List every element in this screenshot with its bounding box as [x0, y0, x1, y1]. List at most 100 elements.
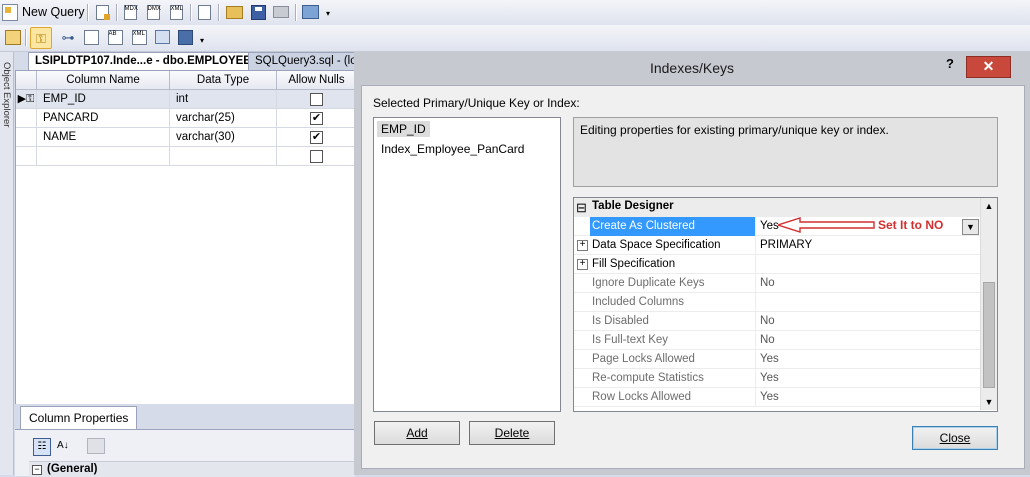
cell-allow-nulls: [277, 90, 356, 109]
analysis-xmla-query-icon[interactable]: XML: [167, 3, 185, 21]
property-value[interactable]: PRIMARY: [758, 236, 812, 255]
columns-grid: Column Name Data Type Allow Nulls ▶⚿ EMP…: [15, 70, 357, 408]
table-designer-toolbar: ⚿ ⊶ AB XML ▾: [0, 25, 1030, 52]
generate-change-script-icon[interactable]: [4, 28, 22, 46]
property-value[interactable]: Yes: [758, 369, 779, 388]
property-row-is-full-text-key[interactable]: Is Full-text Key No: [574, 331, 980, 350]
cell-allow-nulls: ✔: [277, 109, 356, 128]
dropdown-arrow-icon[interactable]: ▼: [962, 219, 979, 235]
cell-data-type[interactable]: varchar(30): [170, 128, 277, 147]
cell-data-type[interactable]: varchar(25): [170, 109, 277, 128]
row-selector[interactable]: [16, 147, 37, 166]
close-button[interactable]: Close: [912, 426, 998, 450]
section-header-table-designer[interactable]: ⊟ Table Designer: [574, 198, 980, 217]
property-value-dropdown[interactable]: Yes: [758, 217, 779, 236]
property-value[interactable]: [758, 293, 760, 312]
collapse-section-icon[interactable]: ⊟: [576, 199, 587, 216]
list-item-emp-id[interactable]: EMP_ID: [377, 121, 430, 137]
property-row-ignore-duplicate-keys[interactable]: Ignore Duplicate Keys No: [574, 274, 980, 293]
property-grid-scrollbar[interactable]: ▲ ▼: [980, 198, 997, 410]
standard-toolbar: New Query MDX DMX XML ▾: [0, 0, 1030, 26]
sort-alphabetical-icon[interactable]: A↓: [57, 438, 75, 454]
object-explorer-strip[interactable]: Object Explorer: [0, 52, 14, 475]
manage-xml-indexes-icon[interactable]: XML: [130, 28, 148, 46]
property-row-fill-specification[interactable]: + Fill Specification: [574, 255, 980, 274]
allow-nulls-checkbox[interactable]: ✔: [310, 131, 323, 144]
manage-check-constraints-icon[interactable]: [153, 28, 171, 46]
save-icon[interactable]: [249, 3, 267, 21]
toolbar-overflow-icon[interactable]: ▾: [326, 9, 334, 21]
property-name: Is Disabled: [590, 312, 756, 331]
property-value[interactable]: Yes: [758, 388, 779, 407]
new-query-button[interactable]: New Query: [2, 2, 85, 22]
scroll-up-icon[interactable]: ▲: [981, 198, 997, 214]
property-name: Included Columns: [590, 293, 756, 312]
column-header-nulls[interactable]: Allow Nulls: [277, 71, 356, 90]
add-button[interactable]: Add: [374, 421, 460, 445]
manage-indexes-keys-icon[interactable]: [82, 28, 100, 46]
set-primary-key-icon[interactable]: ⚿: [30, 27, 52, 49]
cell-column-name[interactable]: PANCARD: [37, 109, 170, 128]
property-row-data-space[interactable]: + Data Space Specification PRIMARY: [574, 236, 980, 255]
manage-spatial-indexes-icon[interactable]: [176, 28, 194, 46]
property-value[interactable]: [758, 255, 760, 274]
relationships-icon[interactable]: ⊶: [59, 28, 77, 46]
cell-column-name[interactable]: EMP_ID: [37, 90, 170, 109]
column-header-name[interactable]: Column Name: [37, 71, 170, 90]
analysis-mdx-query-icon[interactable]: MDX: [121, 3, 139, 21]
expand-icon[interactable]: +: [577, 259, 588, 270]
cell-data-type[interactable]: int: [170, 90, 277, 109]
property-row-included-columns[interactable]: Included Columns: [574, 293, 980, 312]
open-file-icon[interactable]: [225, 3, 243, 21]
cell-column-name[interactable]: NAME: [37, 128, 170, 147]
keys-list[interactable]: EMP_ID Index_Employee_PanCard: [373, 117, 561, 412]
tab-table-designer[interactable]: LSIPLDTP107.Inde...e - dbo.EMPLOYEE: [28, 52, 260, 70]
scroll-down-icon[interactable]: ▼: [981, 394, 997, 410]
property-row-is-disabled[interactable]: Is Disabled No: [574, 312, 980, 331]
manage-fulltext-index-icon[interactable]: AB: [106, 28, 124, 46]
dialog-title: Indexes/Keys: [649, 60, 735, 76]
row-selector-primary-key[interactable]: ▶⚿: [16, 90, 37, 109]
database-engine-query-icon[interactable]: [93, 3, 111, 21]
delete-button[interactable]: Delete: [469, 421, 555, 445]
help-button[interactable]: ?: [946, 56, 954, 71]
column-properties-panel: Column Properties ☷ A↓ − (General): [15, 404, 355, 477]
property-row-recompute-statistics[interactable]: Re-compute Statistics Yes: [574, 369, 980, 388]
tab-sql-query[interactable]: SQLQuery3.sql - (lo: [248, 52, 357, 70]
primary-key-icon: ▶⚿: [17, 93, 35, 105]
print-icon[interactable]: [272, 3, 290, 21]
section-title: Table Designer: [592, 200, 674, 212]
indexes-keys-dialog: Indexes/Keys ? ✕ Selected Primary/Unique…: [354, 52, 1030, 475]
allow-nulls-checkbox[interactable]: [310, 150, 323, 163]
activity-monitor-icon[interactable]: [301, 3, 319, 21]
expand-icon[interactable]: +: [577, 240, 588, 251]
column-properties-tab[interactable]: Column Properties: [20, 406, 138, 429]
analysis-dmx-query-icon[interactable]: DMX: [144, 3, 162, 21]
allow-nulls-checkbox[interactable]: [310, 93, 323, 106]
cell-data-type[interactable]: [170, 147, 277, 166]
row-selector[interactable]: [16, 128, 37, 147]
property-pages-icon[interactable]: [87, 438, 105, 454]
close-icon[interactable]: ✕: [966, 56, 1011, 78]
scrollbar-thumb[interactable]: [983, 282, 995, 388]
object-explorer-label: Object Explorer: [1, 62, 12, 128]
new-query-label: New Query: [22, 5, 85, 19]
row-selector[interactable]: [16, 109, 37, 128]
add-button-label: Add: [406, 426, 428, 440]
property-name: Is Full-text Key: [590, 331, 756, 350]
sql-ce-query-icon[interactable]: [195, 3, 213, 21]
property-value[interactable]: Yes: [758, 350, 779, 369]
column-header-type[interactable]: Data Type: [170, 71, 277, 90]
allow-nulls-checkbox[interactable]: ✔: [310, 112, 323, 125]
categorized-view-icon[interactable]: ☷: [33, 438, 51, 456]
property-value[interactable]: No: [758, 274, 775, 293]
list-item-index-pancard[interactable]: Index_Employee_PanCard: [377, 141, 528, 157]
property-value[interactable]: No: [758, 331, 775, 350]
cell-column-name[interactable]: [37, 147, 170, 166]
new-query-icon: [2, 3, 18, 21]
collapse-general-icon[interactable]: −: [32, 465, 42, 475]
property-row-row-locks-allowed[interactable]: Row Locks Allowed Yes: [574, 388, 980, 407]
toolbar-overflow-icon[interactable]: ▾: [200, 36, 208, 48]
property-row-page-locks-allowed[interactable]: Page Locks Allowed Yes: [574, 350, 980, 369]
property-value[interactable]: No: [758, 312, 775, 331]
